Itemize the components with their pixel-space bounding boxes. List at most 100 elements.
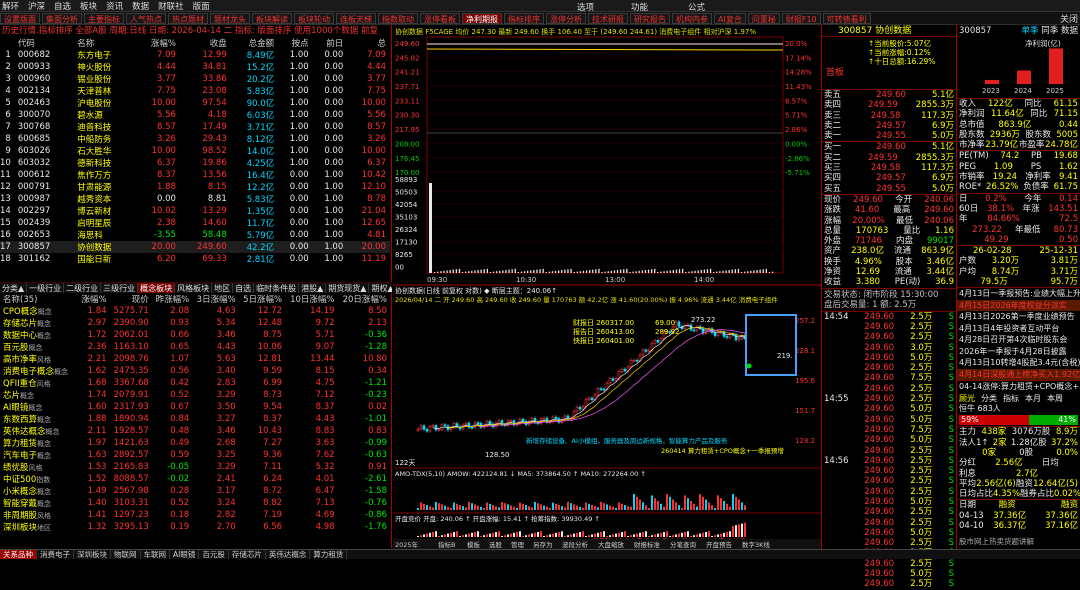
table-row[interactable]: 18 301162 国能日新 6.20 69.33 2.81亿 0.00 1.00 11.19 (0, 253, 390, 265)
chart-tool-button[interactable]: 2025年 (395, 540, 419, 549)
toolbar-button[interactable]: 研究报告 (630, 12, 670, 24)
table-row[interactable]: 绩优股风格 1.53 2165.83 -0.05 3.29 7.11 5.32 0.91 (0, 461, 390, 473)
toolbar-button[interactable]: 指数取动 (378, 12, 418, 24)
related-tab[interactable]: 百元股 (199, 550, 229, 559)
tab-same-quarter[interactable]: 同季 (1041, 26, 1058, 36)
sector-tab[interactable]: 期货现货▲ (326, 283, 370, 293)
toolbar-button[interactable]: 涨停看板 (420, 12, 460, 24)
table-row[interactable]: AI眼镜概念 1.60 2317.93 0.67 3.50 9.54 8.37 0.02 (0, 401, 390, 413)
news-item[interactable]: 2026年一季报于4月28日披露 (957, 346, 1080, 358)
news-item[interactable]: 4月15日2026年度权益分派实 (957, 299, 1080, 312)
toolbar-button[interactable]: 机构内参 (672, 12, 712, 24)
sentiment-tab[interactable]: 分类 (981, 393, 997, 404)
toolbar-button[interactable]: 集面分析 (42, 12, 82, 24)
sector-tab[interactable]: 风格板块 (175, 283, 213, 293)
column-header[interactable]: 总 (347, 37, 390, 49)
sector-tab[interactable]: 港股▲ (299, 283, 327, 293)
related-tab[interactable]: 车联网 (141, 550, 170, 559)
column-header[interactable]: 现价 (110, 293, 152, 305)
related-tab[interactable]: AI眼镜 (170, 550, 200, 559)
toolbar-button[interactable]: 板块解读 (252, 12, 292, 24)
chart-tool-button[interactable]: 管理 (511, 540, 525, 549)
menu-item[interactable]: 财联社 (158, 0, 184, 12)
chart-tool-button[interactable]: 波段分析 (562, 540, 589, 549)
column-header[interactable]: 5日涨幅% (239, 293, 285, 305)
menu-item[interactable]: 自选 (54, 0, 71, 12)
table-row[interactable]: 11 000612 焦作万方 8.37 13.56 16.4亿 0.00 1.00 10.42 (0, 169, 390, 181)
menu-item[interactable]: 版面 (193, 0, 210, 12)
related-tab[interactable]: 深圳板块 (74, 550, 111, 559)
sector-tab[interactable]: 概念板块 (138, 283, 176, 293)
column-header[interactable]: 收盘 (180, 37, 231, 49)
related-tab[interactable]: 存储芯片 (229, 550, 266, 559)
column-header[interactable]: 总金额 (231, 37, 278, 49)
chart-tool-button[interactable]: 开盘预告 (706, 540, 733, 549)
chart-tool-button[interactable]: 数字3K线 (742, 540, 770, 549)
table-row[interactable]: 5 002463 沪电股份 10.00 97.54 90.0亿 1.00 0.00 10.00 (0, 97, 390, 109)
chart-tool-button[interactable]: 财报标准 (634, 540, 661, 549)
table-row[interactable]: 6 300070 碧水源 5.56 4.18 6.03亿 1.00 0.00 5.56 (0, 109, 390, 121)
table-row[interactable]: 2 000933 神火股份 4.44 34.81 15.2亿 1.00 0.00 4.44 (0, 61, 390, 73)
news-item[interactable]: 4月13日10转增4股配3.4元(含税) (957, 357, 1080, 369)
table-row[interactable]: 8 600685 中船防务 3.26 29.43 8.12亿 1.00 0.00 3.26 (0, 133, 390, 145)
related-tab[interactable]: 关系品种 (0, 550, 37, 559)
table-row[interactable]: 小米概念概念 1.49 2567.98 0.28 3.17 8.72 6.47 -1.58 (0, 485, 390, 497)
table-row[interactable]: 汽车电子概念 1.63 2892.57 0.59 3.25 9.36 7.62 -0.63 (0, 449, 390, 461)
toolbar-button[interactable]: 财报F10 (781, 12, 821, 24)
related-tab[interactable]: 物联网 (111, 550, 141, 559)
table-row[interactable]: 15 002439 启明星辰 2.38 14.60 11.7亿 0.00 1.00 12.65 (0, 217, 390, 229)
toolbar-button[interactable]: 指标排序 (504, 12, 544, 24)
table-row[interactable]: 芯片概念 1.74 2079.91 0.52 3.29 8.73 7.12 -0.23 (0, 389, 390, 401)
table-row[interactable]: 9 603026 石大胜华 10.00 98.52 14.0亿 1.00 0.00 10.00 (0, 145, 390, 157)
toolbar-button[interactable]: 人气热点 (126, 12, 166, 24)
sector-tab[interactable]: 一级行业 (27, 283, 65, 293)
table-row[interactable]: 数据中心概念 1.72 2062.01 0.66 3.46 8.75 5.71 -0.36 (0, 329, 390, 341)
menu-item[interactable]: 资讯 (106, 0, 123, 12)
table-row[interactable]: 英伟达概念概念 2.11 1928.57 0.48 3.46 10.43 8.83 0.83 (0, 425, 390, 437)
sector-tab[interactable]: 二级行业 (64, 283, 102, 293)
tick-list[interactable]: 14:54 249.60 2.5万 S 249.60 2.5万 S 249.60 2.5万 S 24… (822, 310, 956, 590)
toolbar-button[interactable]: 题材龙头 (210, 12, 250, 24)
table-row[interactable]: 13 000987 越秀资本 0.00 8.81 5.83亿 0.00 1.00 8.78 (0, 193, 390, 205)
chart-tool-button[interactable]: 指标B (438, 540, 455, 549)
toolbar-button[interactable]: 热点题材 (168, 12, 208, 24)
column-header[interactable]: 按点 (278, 37, 313, 49)
table-row[interactable]: 消费电子概念概念 1.62 2475.35 0.56 3.40 9.59 8.15 0.34 (0, 365, 390, 377)
table-row[interactable]: 中证500指数 1.52 8088.57 -0.02 2.41 6.24 4.01 -2.61 (0, 473, 390, 485)
tab-single-quarter[interactable]: 单季 (1022, 26, 1039, 36)
toolbar-button[interactable]: 连板天梯 (336, 12, 376, 24)
column-header[interactable]: 名称(35) (0, 293, 79, 305)
column-header[interactable]: 涨幅% (136, 37, 180, 49)
toolbar-button[interactable]: 问董秘 (747, 12, 780, 24)
column-header[interactable]: 昨涨幅% (152, 293, 192, 305)
news-item[interactable]: 4月13日4年投资者互动平台 (957, 323, 1080, 335)
selection-box[interactable] (745, 314, 797, 376)
table-row[interactable]: 非周期股风格 1.41 1297.23 0.18 2.82 7.19 4.69 -0.86 (0, 509, 390, 521)
column-header[interactable]: 涨幅% (79, 293, 110, 305)
toolbar-button[interactable]: 技术研报 (588, 12, 628, 24)
table-row[interactable]: 高市净率风格 2.21 2098.76 1.07 5.63 12.81 13.44 10.80 (0, 353, 390, 365)
chart-tool-button[interactable]: 另存为 (533, 540, 553, 549)
sentiment-tab[interactable]: 本周 (1047, 393, 1063, 404)
menu-item[interactable]: 板块 (80, 0, 97, 12)
column-header[interactable]: 10日涨幅% (285, 293, 337, 305)
toolbar-button[interactable]: AI复合 (714, 12, 746, 24)
toolbar-button[interactable]: 主要指标 (84, 12, 124, 24)
toolbar-button[interactable]: 涨停分析 (546, 12, 586, 24)
menu-item[interactable]: 解环 (2, 0, 19, 12)
table-row[interactable]: 16 002653 海思科 -3.55 58.48 5.79亿 0.00 1.00 4.81 (0, 229, 390, 241)
column-header[interactable]: 20日涨幅% (338, 293, 390, 305)
sentiment-tab[interactable]: 指标 (1003, 393, 1019, 404)
table-row[interactable]: CPO概念概念 1.84 5275.71 2.08 4.63 12.72 14.19 8.50 (0, 305, 390, 317)
toolbar-button[interactable]: 设置版面 (0, 12, 40, 24)
sector-tab[interactable]: 分类▲ (0, 283, 28, 293)
related-tab[interactable]: 算力租赁 (310, 550, 348, 559)
toolbar-button[interactable]: 可转债看利 (822, 12, 871, 24)
related-tab[interactable]: 英伟达概念 (266, 550, 311, 559)
table-row[interactable]: 智能穿戴概念 1.40 3103.31 0.52 3.24 8.82 7.13 -0.76 (0, 497, 390, 509)
table-row[interactable]: 4 002134 天津普林 7.75 23.08 5.83亿 1.00 0.00 7.75 (0, 85, 390, 97)
table-row[interactable]: 14 002297 博云新材 10.02 13.29 1.35亿 0.00 1.00 21.04 (0, 205, 390, 217)
related-tab[interactable]: 消费电子 (37, 550, 74, 559)
sector-tab[interactable]: 自选 (233, 283, 255, 293)
news-item[interactable]: 4月13日2026第一季度业绩预告 (957, 311, 1080, 323)
